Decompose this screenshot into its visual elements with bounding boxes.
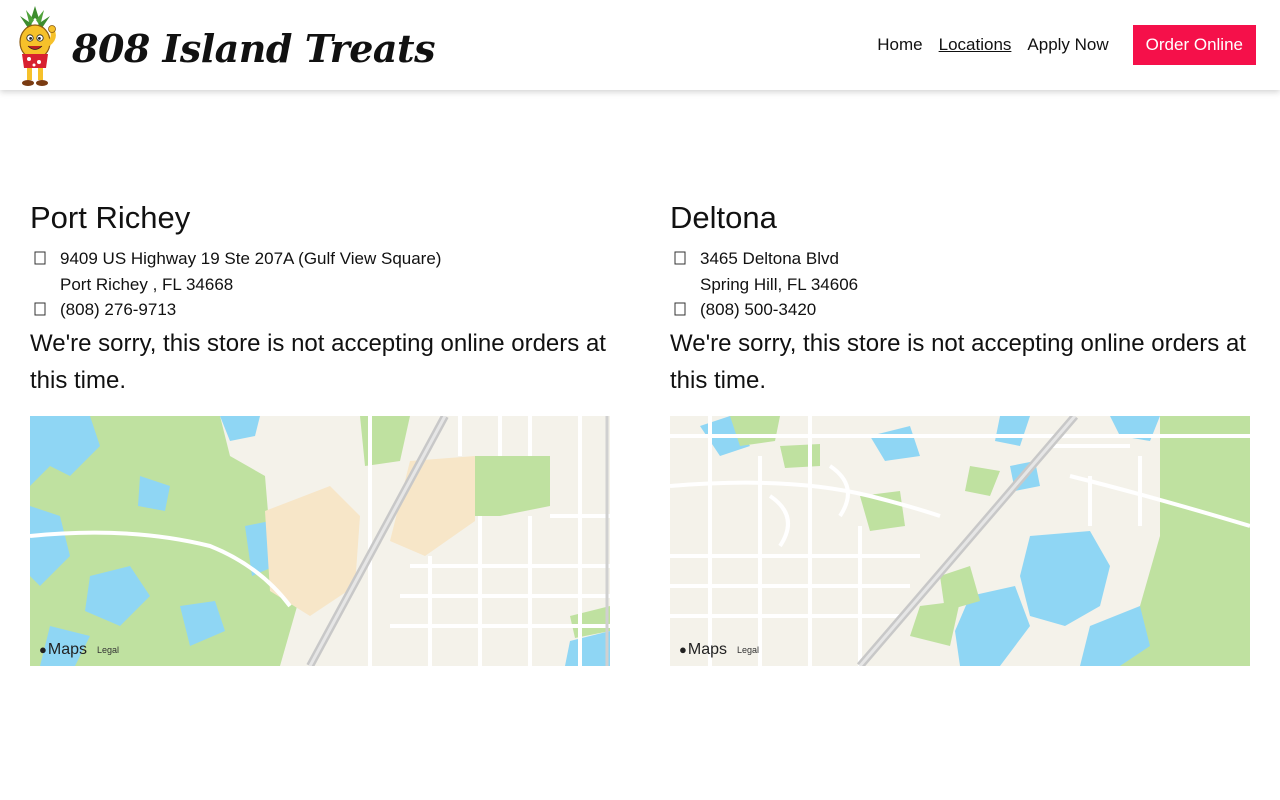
phone-row: (808) 276-9713 — [30, 297, 610, 323]
map-tiles — [670, 415, 1250, 666]
apple-logo-icon: ● — [39, 642, 47, 657]
location-card-deltona: Deltona 3465 Deltona Blvd Spring Hill, F… — [670, 200, 1250, 666]
phone-link[interactable]: (808) 276-9713 — [60, 300, 176, 319]
map-legal-link[interactable]: Legal — [737, 645, 759, 655]
phone-icon — [34, 302, 46, 316]
address-line-2: Port Richey , FL 34668 — [60, 274, 234, 294]
site-header: 808 Island Treats Home Locations Apply N… — [0, 0, 1280, 90]
online-order-notice: We're sorry, this store is not accepting… — [30, 329, 606, 394]
location-card-port-richey: Port Richey 9409 US Highway 19 Ste 207A … — [30, 200, 610, 666]
maps-label: Maps — [47, 640, 87, 658]
apple-maps-badge[interactable]: ● Maps Legal — [679, 641, 759, 659]
main-nav: Home Locations Apply Now Order Online — [877, 25, 1256, 65]
address-line-1: 9409 US Highway 19 Ste 207A (Gulf View S… — [60, 249, 442, 268]
apple-logo-icon: ● — [679, 642, 687, 657]
phone-link[interactable]: (808) 500-3420 — [700, 300, 816, 319]
online-order-notice: We're sorry, this store is not accepting… — [670, 329, 1246, 394]
address-line-1: 3465 Deltona Blvd — [700, 249, 839, 268]
address-row: 3465 Deltona Blvd Spring Hill, FL 34606 — [670, 246, 1250, 297]
location-map[interactable]: ● Maps Legal — [670, 415, 1250, 666]
phone-icon — [674, 302, 686, 316]
apple-maps-badge[interactable]: ● Maps Legal — [39, 641, 119, 659]
nav-locations[interactable]: Locations — [939, 25, 1012, 65]
nav-home[interactable]: Home — [877, 25, 922, 65]
address-line-2: Spring Hill, FL 34606 — [700, 274, 859, 294]
map-legal-link[interactable]: Legal — [97, 645, 119, 655]
location-name: Port Richey — [30, 200, 191, 235]
maps-label: Maps — [687, 640, 727, 658]
map-pin-icon — [34, 251, 46, 265]
brand-logo[interactable]: 808 Island Treats — [12, 4, 435, 88]
brand-name: 808 Island Treats — [72, 26, 435, 71]
map-pin-icon — [674, 251, 686, 265]
order-online-button[interactable]: Order Online — [1132, 25, 1256, 65]
location-map[interactable]: ● Maps Legal — [30, 415, 610, 666]
pineapple-mascot-icon — [19, 6, 56, 86]
phone-row: (808) 500-3420 — [670, 297, 1250, 323]
nav-apply-now[interactable]: Apply Now — [1027, 25, 1108, 65]
location-name: Deltona — [670, 200, 777, 235]
address-row: 9409 US Highway 19 Ste 207A (Gulf View S… — [30, 246, 610, 297]
map-tiles — [30, 415, 610, 666]
